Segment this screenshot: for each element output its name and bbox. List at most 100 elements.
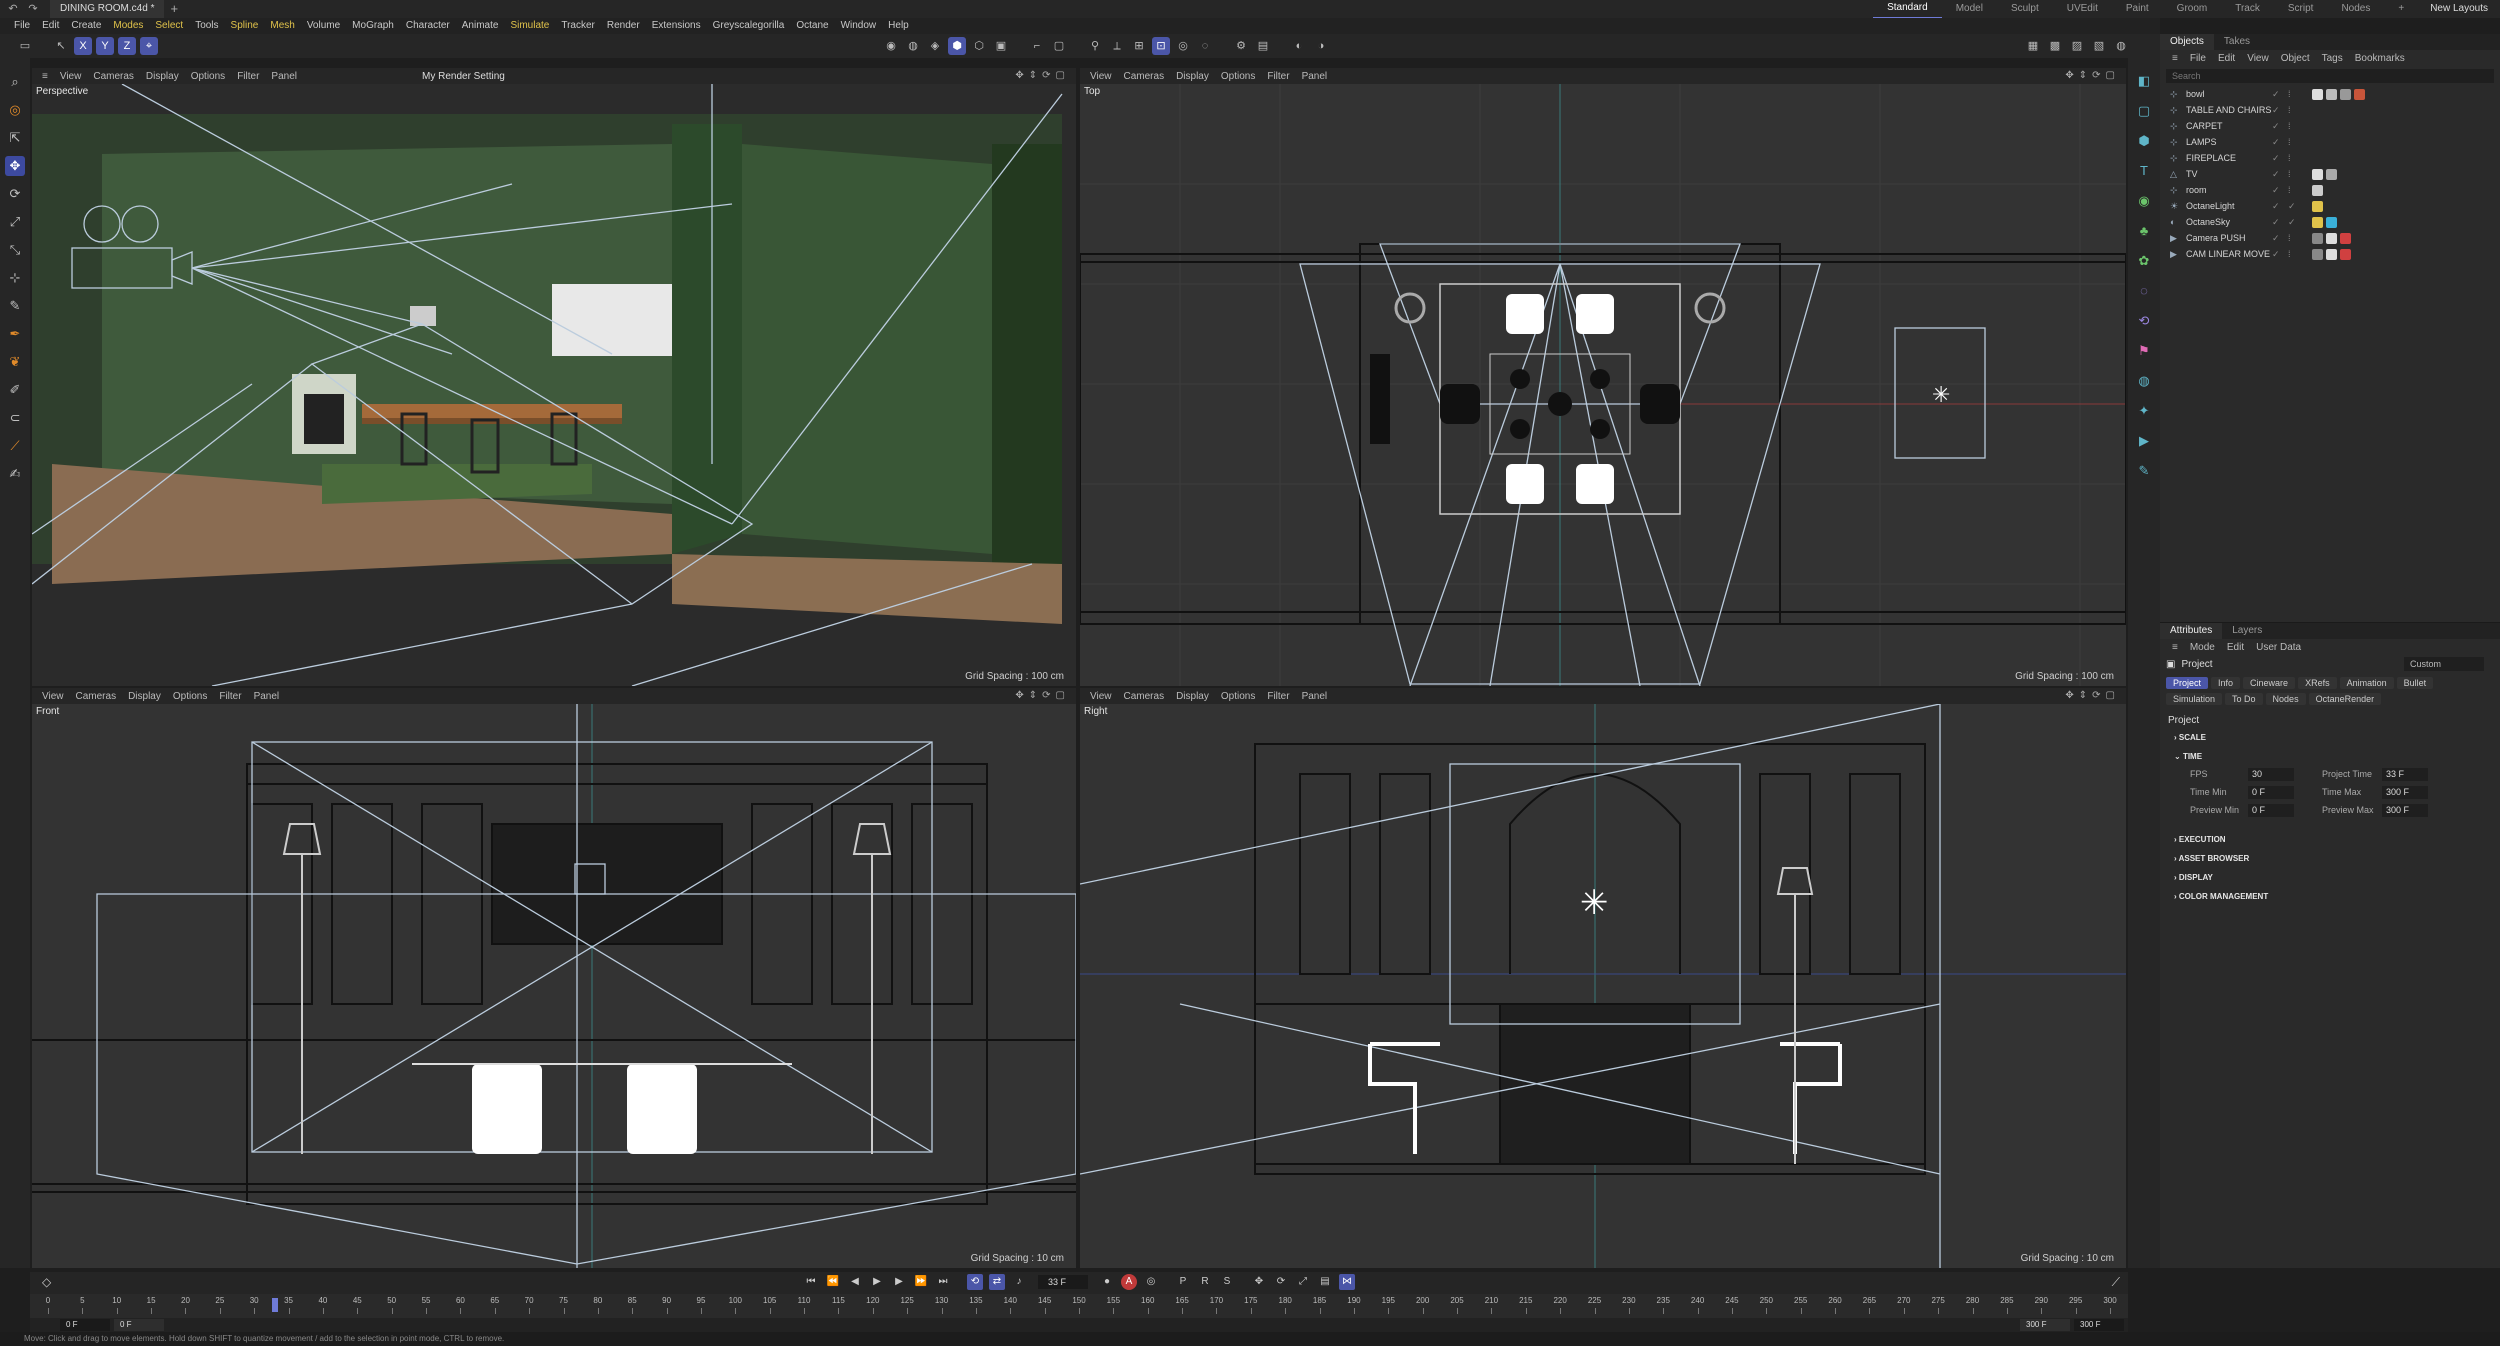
viewport-menu-filter[interactable]: Filter	[213, 691, 247, 702]
undo-icon[interactable]: ↶	[6, 2, 20, 16]
goto-end-icon[interactable]: ⏭	[935, 1274, 951, 1290]
front-viewport[interactable]: View Cameras Display Options Filter Pane…	[32, 688, 1076, 1268]
subtab-octanerender[interactable]: OctaneRender	[2308, 693, 2382, 705]
viewport-menu-panel[interactable]: Panel	[248, 691, 286, 702]
spline-pen-icon[interactable]: ✒	[5, 324, 25, 344]
goto-start-icon[interactable]: ⏮	[803, 1274, 819, 1290]
keyframe-selection-icon[interactable]: ◎	[1143, 1274, 1159, 1290]
layout-paint[interactable]: Paint	[2112, 0, 2163, 18]
viewport-menu-options[interactable]: Options	[185, 71, 231, 82]
preview-min-field[interactable]: 0 F	[2248, 804, 2294, 817]
range-start2-field[interactable]: 0 F	[114, 1319, 164, 1331]
object-row[interactable]: ☀ OctaneLight ✓ ✓	[2160, 198, 2500, 214]
object-row[interactable]: ⊹ FIREPLACE ✓ ⁞	[2160, 150, 2500, 166]
menu-edit[interactable]: Edit	[36, 18, 65, 34]
lock-icon[interactable]: ⚲	[1086, 37, 1104, 55]
tab-takes[interactable]: Takes	[2214, 34, 2260, 50]
perspective-viewport[interactable]: ≡ View Cameras Display Options Filter Pa…	[32, 68, 1076, 686]
menu-window[interactable]: Window	[835, 18, 883, 34]
playback-mode-icon[interactable]: ⇄	[989, 1274, 1005, 1290]
cube-icon[interactable]: ▢	[2134, 101, 2154, 121]
solo-icon[interactable]: ▣	[992, 37, 1010, 55]
annotation-tool-icon[interactable]: ✍	[5, 464, 25, 484]
viewport-menu-display[interactable]: Display	[122, 691, 167, 702]
prev-frame-icon[interactable]: ◀	[847, 1274, 863, 1290]
curve-editor-icon[interactable]: ⟋	[2112, 1275, 2120, 1290]
subtab-to-do[interactable]: To Do	[2225, 693, 2263, 705]
layout-sculpt[interactable]: Sculpt	[1997, 0, 2053, 18]
layout-uvedit[interactable]: UVEdit	[2053, 0, 2112, 18]
transform-tool-icon[interactable]: ⤡	[5, 240, 25, 260]
subtab-info[interactable]: Info	[2211, 677, 2241, 689]
group-scale[interactable]: › SCALE	[2160, 728, 2500, 747]
select-mode-icon[interactable]: ↖	[52, 37, 70, 55]
model-mode-icon[interactable]: ▭	[16, 37, 34, 55]
primitive-icon[interactable]: ⬢	[2134, 131, 2154, 151]
attributes-hamburger-icon[interactable]: ≡	[2166, 642, 2184, 653]
coordinate-system-icon[interactable]: ⌖	[140, 37, 158, 55]
viewport-menu-cameras[interactable]: Cameras	[87, 71, 140, 82]
viewport-menu-view[interactable]: View	[1084, 691, 1118, 702]
menu-create[interactable]: Create	[65, 18, 107, 34]
magnet-tool-icon[interactable]: ⊂	[5, 408, 25, 428]
object-row[interactable]: △ TV ✓ ⁞	[2160, 166, 2500, 182]
objects-menu-edit[interactable]: Edit	[2212, 53, 2241, 64]
menu-file[interactable]: File	[8, 18, 36, 34]
tag-icon[interactable]: ✎	[2134, 461, 2154, 481]
subtab-project[interactable]: Project	[2166, 677, 2209, 689]
pla-key-icon[interactable]: ⋈	[1339, 1274, 1355, 1290]
objects-hamburger-icon[interactable]: ≡	[2166, 53, 2184, 64]
layout-standard[interactable]: Standard	[1873, 0, 1942, 19]
generator-icon[interactable]: ◉	[2134, 191, 2154, 211]
menu-modes[interactable]: Modes	[107, 18, 149, 34]
quantize-icon[interactable]: ⊡	[1152, 37, 1170, 55]
spline-icon[interactable]: ⟲	[2134, 311, 2154, 331]
menu-help[interactable]: Help	[882, 18, 915, 34]
menu-volume[interactable]: Volume	[301, 18, 346, 34]
keyframe-icon[interactable]: ◇	[42, 1275, 51, 1289]
objects-menu-file[interactable]: File	[2184, 53, 2212, 64]
live-viewer-icon[interactable]: ▤	[1254, 37, 1272, 55]
group-color-management[interactable]: › COLOR MANAGEMENT	[2160, 887, 2500, 906]
axis-z-toggle[interactable]: Z	[118, 37, 136, 55]
tab-layers[interactable]: Layers	[2222, 623, 2272, 639]
object-row[interactable]: ▶ Camera PUSH ✓ ⁞	[2160, 230, 2500, 246]
layout-track[interactable]: Track	[2221, 0, 2274, 18]
measure-tool-icon[interactable]: ⟋	[5, 436, 25, 456]
subtab-animation[interactable]: Animation	[2339, 677, 2394, 689]
menu-tools[interactable]: Tools	[189, 18, 224, 34]
axis-x-toggle[interactable]: X	[74, 37, 92, 55]
group-execution[interactable]: › EXECUTION	[2160, 830, 2500, 849]
viewport-menu-cameras[interactable]: Cameras	[1118, 71, 1171, 82]
menu-simulate[interactable]: Simulate	[504, 18, 555, 34]
param-key-icon[interactable]: ▤	[1317, 1274, 1333, 1290]
add-tab-icon[interactable]: +	[170, 0, 178, 18]
layout-script[interactable]: Script	[2274, 0, 2328, 18]
viewport-hamburger-icon[interactable]: ≡	[36, 71, 54, 82]
next-frame-icon[interactable]: ▶	[891, 1274, 907, 1290]
scene-icon[interactable]: ⚑	[2134, 341, 2154, 361]
rotate-tool-icon[interactable]: ⟳	[5, 184, 25, 204]
group-display[interactable]: › DISPLAY	[2160, 868, 2500, 887]
menu-greyscalegorilla[interactable]: Greyscalegorilla	[707, 18, 791, 34]
rotate-key-icon[interactable]: ⟳	[1273, 1274, 1289, 1290]
object-row[interactable]: ▶ CAM LINEAR MOVE ✓ ⁞	[2160, 246, 2500, 262]
select-tool-icon[interactable]: ⇱	[5, 128, 25, 148]
viewport-menu-cameras[interactable]: Cameras	[70, 691, 123, 702]
menu-octane[interactable]: Octane	[790, 18, 834, 34]
viewport-menu-filter[interactable]: Filter	[231, 71, 265, 82]
object-row[interactable]: ⊹ bowl ✓ ⁞	[2160, 86, 2500, 102]
viewport-menu-options[interactable]: Options	[1215, 691, 1261, 702]
tab-attributes[interactable]: Attributes	[2160, 623, 2223, 639]
group-asset-browser[interactable]: › ASSET BROWSER	[2160, 849, 2500, 868]
menu-spline[interactable]: Spline	[225, 18, 265, 34]
group-time[interactable]: ⌄ TIME	[2160, 747, 2500, 766]
search-icon[interactable]: ⌕	[5, 72, 25, 92]
viewport-nav-icons[interactable]: ✥⇕⟳▢	[1015, 70, 1070, 81]
next-key-icon[interactable]: ⏩	[913, 1274, 929, 1290]
top-viewport[interactable]: View Cameras Display Options Filter Pane…	[1080, 68, 2126, 686]
edges-mode-icon[interactable]: ◍	[904, 37, 922, 55]
viewport-menu-display[interactable]: Display	[1170, 691, 1215, 702]
viewport-nav-icons[interactable]: ✥⇕⟳▢	[2065, 690, 2120, 701]
texture-mode-icon[interactable]: ⬡	[970, 37, 988, 55]
